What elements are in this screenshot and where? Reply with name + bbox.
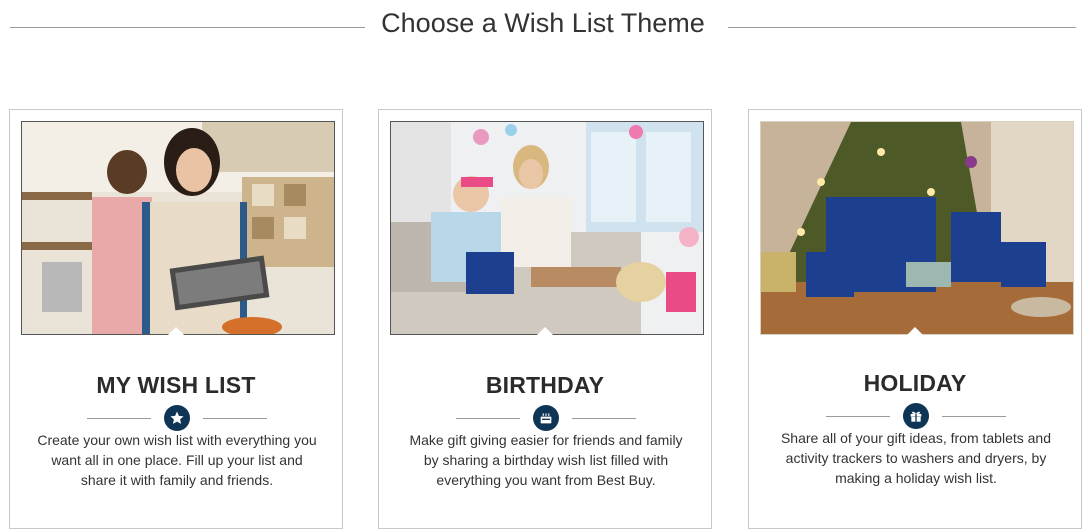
theme-description: Make gift giving easier for friends and … <box>409 432 683 488</box>
page-title: Choose a Wish List Theme <box>381 8 705 38</box>
theme-description: Share all of your gift ideas, from table… <box>780 430 1052 486</box>
birthday-cake-icon <box>533 405 559 431</box>
theme-divider <box>10 405 342 431</box>
theme-image-birthday[interactable] <box>390 121 704 335</box>
page-header: Choose a Wish List Theme <box>0 0 1086 56</box>
divider-rule-left <box>826 416 890 417</box>
theme-image-holiday[interactable] <box>760 121 1074 335</box>
theme-title[interactable]: HOLIDAY <box>749 370 1081 397</box>
divider-rule-right <box>942 416 1006 417</box>
star-icon <box>164 405 190 431</box>
gift-icon <box>903 403 929 429</box>
divider-rule-left <box>456 418 520 419</box>
divider-rule-right <box>572 418 636 419</box>
theme-title[interactable]: MY WISH LIST <box>10 372 342 399</box>
theme-image-my-wish-list[interactable] <box>21 121 335 335</box>
theme-divider <box>749 403 1081 429</box>
divider-rule-right <box>203 418 267 419</box>
image-pointer <box>537 327 553 335</box>
image-pointer <box>168 327 184 335</box>
divider-rule-left <box>87 418 151 419</box>
theme-description: Create your own wish list with everythin… <box>37 432 317 488</box>
theme-divider <box>379 405 711 431</box>
theme-title[interactable]: BIRTHDAY <box>379 372 711 399</box>
theme-card-holiday[interactable]: HOLIDAY Share all of your gift ideas, fr… <box>748 109 1082 529</box>
theme-card-birthday[interactable]: BIRTHDAY Make gift giving easier for fri… <box>378 109 712 529</box>
theme-card-my-wish-list[interactable]: MY WISH LIST Create your own wish list w… <box>9 109 343 529</box>
image-pointer <box>907 327 923 335</box>
header-rule-right <box>728 27 1076 28</box>
